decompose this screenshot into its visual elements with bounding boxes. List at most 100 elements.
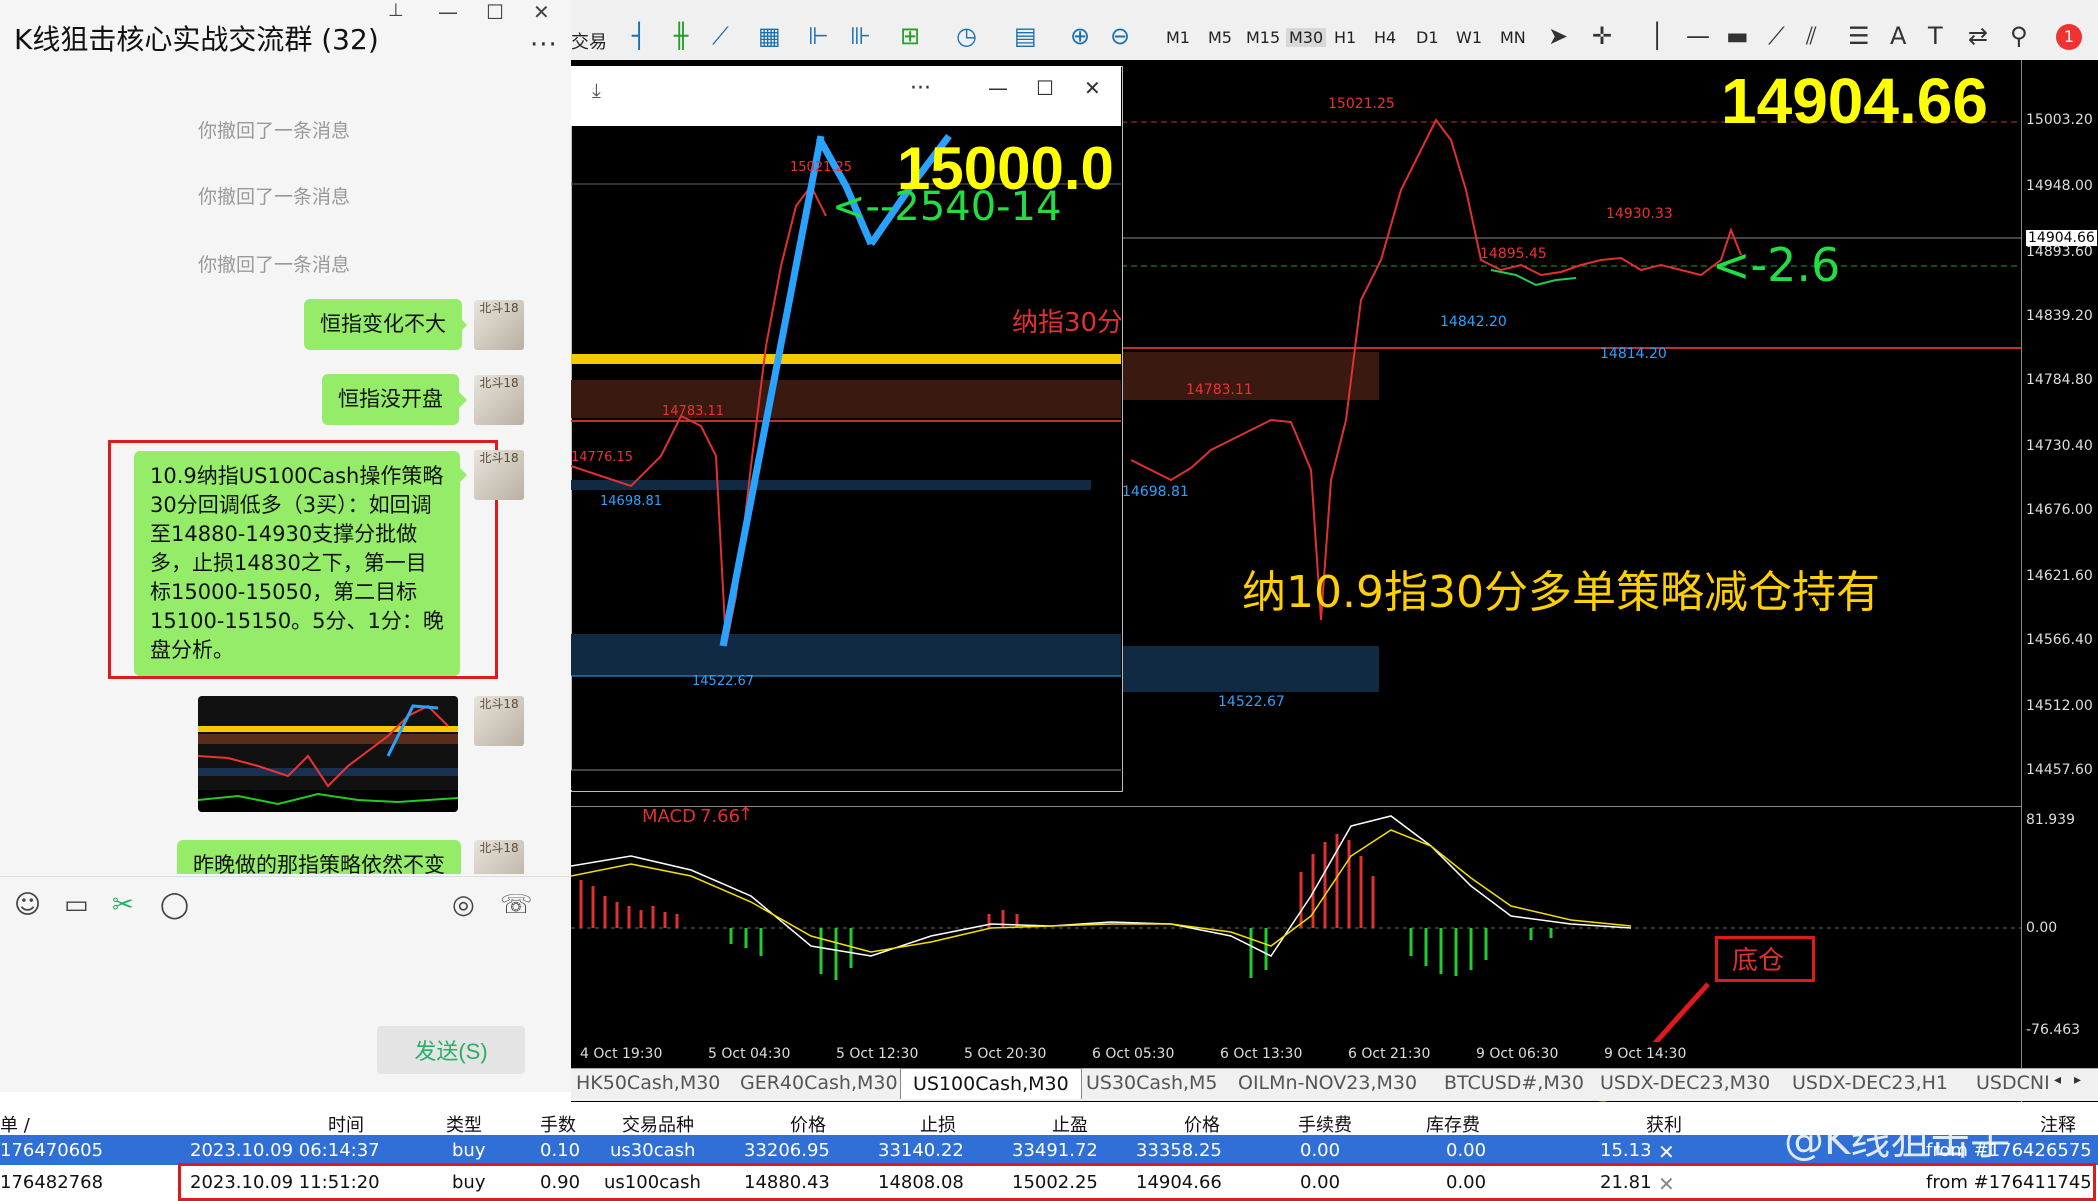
chart-thumbnail[interactable] [198,696,458,812]
zoom-in-icon[interactable]: ⊕ [1070,22,1090,50]
col-header[interactable]: 交易品种 [622,1111,694,1137]
avatar[interactable]: 北斗18 [474,300,524,350]
time-tick: 6 Oct 13:30 [1220,1046,1303,1062]
templates-icon[interactable]: ▦ [758,22,781,50]
tf-m5[interactable]: M5 [1208,28,1232,47]
inner-close-icon[interactable]: ✕ [1084,76,1101,100]
download-icon[interactable]: ⤓ [592,78,601,102]
col-header[interactable]: 获利 [1646,1111,1682,1137]
col-header[interactable]: 止损 [920,1111,956,1137]
tf-m30[interactable]: M30 [1286,28,1327,47]
chat-history-icon[interactable]: ◯ [160,890,189,920]
tf-m1[interactable]: M1 [1166,28,1190,47]
maximize-icon[interactable]: ☐ [486,0,504,24]
inner-minimize-icon[interactable]: — [988,76,1008,100]
price-tick: 14621.60 [2026,568,2093,584]
tf-mn[interactable]: MN [1500,28,1526,47]
indicators-icon[interactable]: ▤ [1014,22,1037,50]
col-header[interactable]: 价格 [790,1111,826,1137]
trendline-icon[interactable]: ⟋ [1768,22,1785,50]
macd-value: 7.66 [700,806,741,827]
crosshair-icon[interactable]: ✛ [1592,22,1612,50]
col-header[interactable]: 类型 [446,1111,482,1137]
new-order-icon[interactable]: ⊞ [900,22,920,50]
cell-sl: 33140.22 [878,1140,964,1161]
menu-trade[interactable]: 交易 [571,28,607,54]
tf-h1[interactable]: H1 [1334,28,1356,47]
symbol-tab[interactable]: BTCUSD#,M30 [1444,1072,1584,1094]
live-icon[interactable]: ◎ [452,890,475,920]
col-header[interactable]: 价格 [1184,1111,1220,1137]
symbol-tab[interactable]: US30Cash,M5 [1086,1072,1218,1094]
col-header[interactable]: 库存费 [1426,1111,1480,1137]
time-tick: 9 Oct 06:30 [1476,1046,1559,1062]
tf-w1[interactable]: W1 [1456,28,1482,47]
chat-bubble-strategy[interactable]: 10.9纳指US100Cash操作策略30分回调低多（3买）：如回调至14880… [134,451,460,676]
tf-d1[interactable]: D1 [1416,28,1439,47]
symbol-tab[interactable]: USDCNI [1976,1072,2050,1094]
chat-bubble[interactable]: 恒指没开盘 [322,374,459,425]
thumbnail-chart [198,704,458,812]
tf-h4[interactable]: H4 [1374,28,1396,47]
tab-scroll-right-icon[interactable]: ▸ [2074,1072,2081,1088]
minimize-icon[interactable]: — [438,0,458,24]
symbol-tab[interactable]: GER40Cash,M30 [740,1072,898,1094]
col-header[interactable]: 单 / [0,1111,30,1137]
horizontal-line-icon[interactable]: — [1686,22,1710,50]
symbol-tab[interactable]: HK50Cash,M30 [576,1072,720,1094]
clock-icon[interactable]: ◷ [956,22,977,50]
price-axis [2021,60,2098,1108]
col-header[interactable]: 注释 [2040,1111,2076,1137]
fibonacci-icon[interactable]: ☰ [1848,22,1870,50]
folder-icon[interactable]: ▭ [64,890,89,920]
tf-m15[interactable]: M15 [1246,28,1280,47]
send-button[interactable]: 发送(S) [377,1026,525,1074]
inner-price-mark: 14776.15 [571,450,634,465]
inner-maximize-icon[interactable]: ☐ [1036,76,1054,100]
avatar[interactable]: 北斗18 [474,450,524,500]
col-header[interactable]: 止盈 [1052,1111,1088,1137]
chat-bubble[interactable]: 昨晚做的那指策略依然不变 [177,840,461,874]
channel-icon[interactable]: ⫽ [1806,22,1817,50]
avatar[interactable]: 北斗18 [474,375,524,425]
price-tick: 14457.60 [2026,762,2093,778]
close-order-icon[interactable]: ✕ [1658,1140,1675,1164]
price-tick: 15003.20 [2026,112,2093,128]
chat-bubble[interactable]: 恒指变化不大 [304,299,462,350]
more-options-icon[interactable]: ··· [530,30,558,60]
symbol-tab-active[interactable]: US100Cash,M30 [900,1068,1082,1099]
cell-order-id: 176482768 [0,1172,104,1193]
line-chart-icon[interactable]: ⟋ [712,22,729,50]
cell-price: 33206.95 [744,1140,830,1161]
tab-scroll-left-icon[interactable]: ◂ [2054,1072,2061,1088]
pin-icon[interactable]: ⊥ [388,0,404,21]
chart-shift-icon[interactable]: ⊪ [850,22,871,50]
bar-chart-icon[interactable]: ┤ [632,22,646,50]
avatar[interactable]: 北斗18 [474,840,524,874]
symbol-tab[interactable]: USDX-DEC23,M30 [1600,1072,1770,1094]
autoscroll-icon[interactable]: ⊩ [808,22,829,50]
inner-more-icon[interactable]: ··· [910,76,931,101]
scissors-icon[interactable]: ✂ [112,890,134,920]
close-icon[interactable]: ✕ [533,0,550,24]
phone-icon[interactable]: ☏ [500,890,533,920]
vertical-line-icon[interactable]: │ [1650,22,1664,50]
zoom-out-icon[interactable]: ⊖ [1110,22,1130,50]
price-mark: 14895.45 [1480,246,1547,262]
notification-badge[interactable]: 1 [2056,24,2082,50]
cursor-icon[interactable]: ➤ [1548,22,1568,50]
text-icon[interactable]: A [1890,22,1906,50]
emoji-icon[interactable]: ☺ [14,890,41,920]
symbol-tab[interactable]: OILMn-NOV23,M30 [1238,1072,1417,1094]
search-icon[interactable]: ⚲ [2010,22,2028,50]
candlestick-icon[interactable]: ╫ [674,22,688,50]
col-header[interactable]: 时间 [328,1111,364,1137]
price-mark: 14783.11 [1186,382,1253,398]
avatar[interactable]: 北斗18 [474,696,524,746]
symbol-tab[interactable]: USDX-DEC23,H1 [1792,1072,1948,1094]
rectangle-icon[interactable]: ▬ [1726,22,1749,50]
col-header[interactable]: 手续费 [1298,1111,1352,1137]
arrows-icon[interactable]: ⇄ [1968,22,1988,50]
col-header[interactable]: 手数 [540,1111,576,1137]
text-label-icon[interactable]: T [1928,22,1943,50]
